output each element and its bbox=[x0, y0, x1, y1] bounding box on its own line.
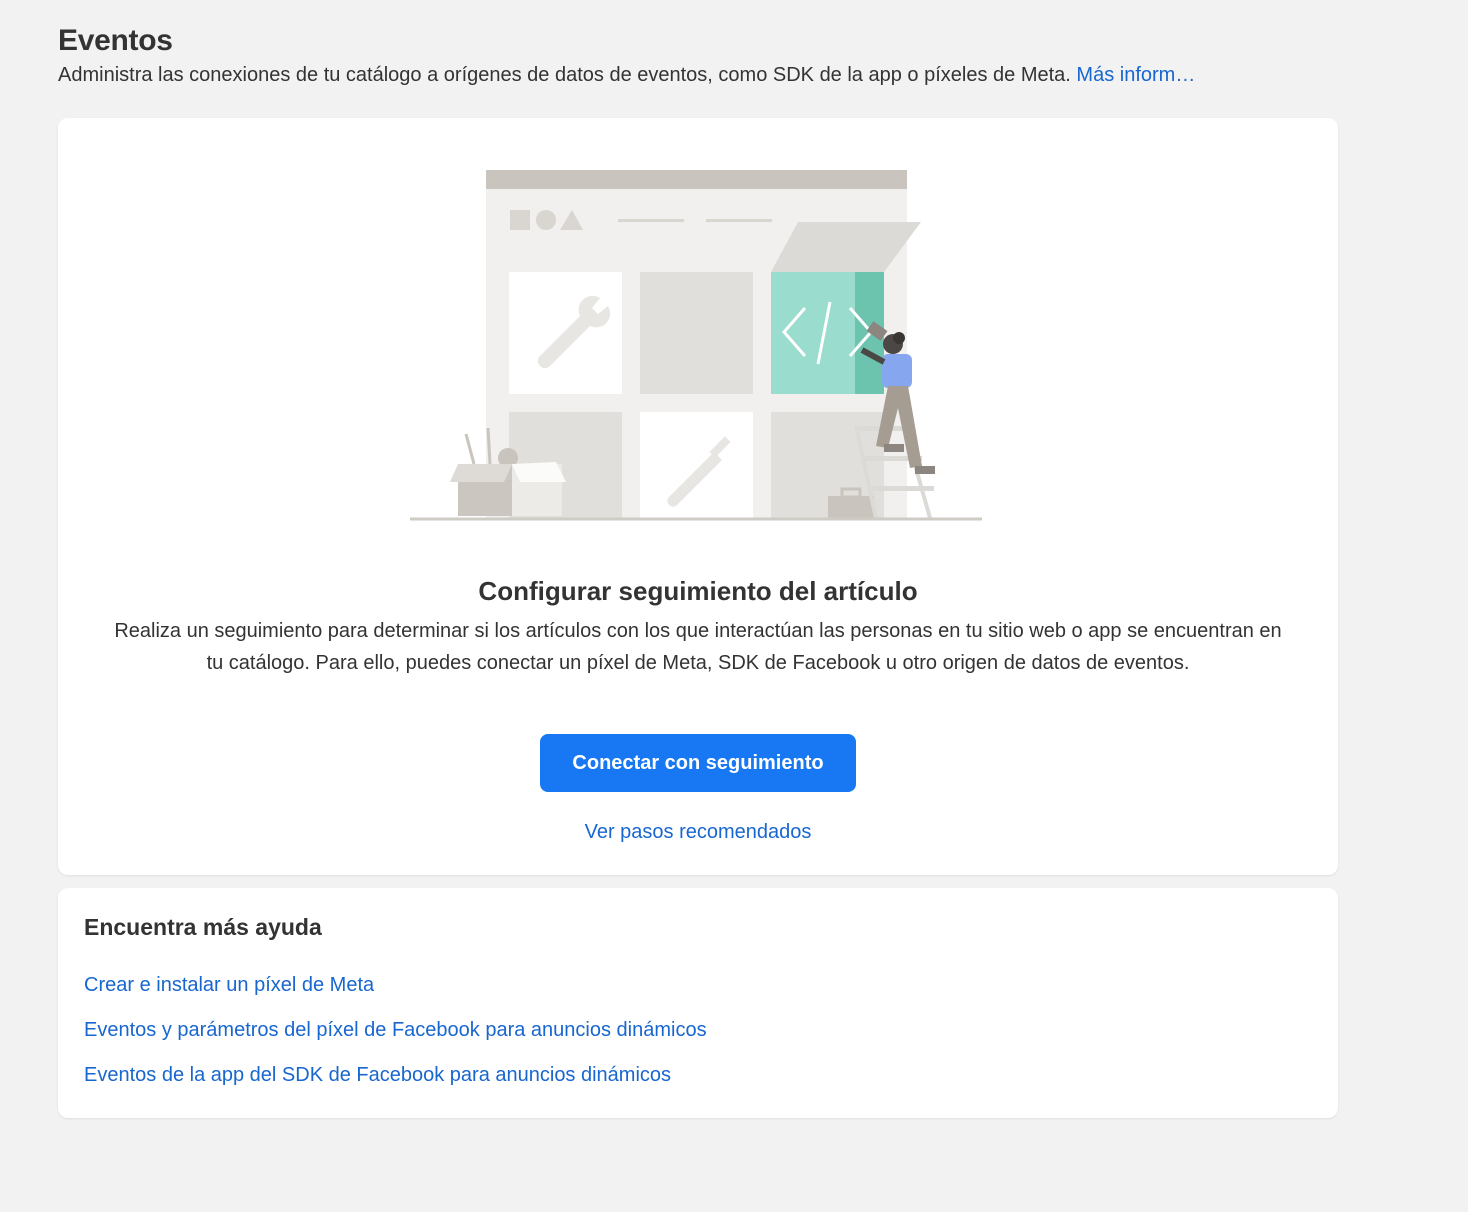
developer-illustration bbox=[410, 170, 982, 521]
page-title: Eventos bbox=[58, 24, 173, 57]
recommended-steps-link[interactable]: Ver pasos recomendados bbox=[58, 821, 1338, 844]
connect-tracking-button[interactable]: Conectar con seguimiento bbox=[540, 734, 856, 792]
help-link-pixel-events[interactable]: Eventos y parámetros del píxel de Facebo… bbox=[84, 1019, 707, 1042]
help-link-create-pixel[interactable]: Crear e instalar un píxel de Meta bbox=[84, 974, 374, 997]
more-info-link[interactable]: Más inform… bbox=[1076, 64, 1195, 86]
setup-title: Configurar seguimiento del artículo bbox=[478, 576, 918, 606]
help-link-sdk-events[interactable]: Eventos de la app del SDK de Facebook pa… bbox=[84, 1064, 671, 1087]
page-subtitle: Administra las conexiones de tu catálogo… bbox=[58, 64, 1358, 87]
subtitle-text: Administra las conexiones de tu catálogo… bbox=[58, 64, 1071, 86]
tracking-setup-card: Configurar seguimiento del artículo Real… bbox=[58, 118, 1338, 875]
setup-description: Realiza un seguimiento para determinar s… bbox=[114, 620, 1282, 674]
help-card: Encuentra más ayuda Crear e instalar un … bbox=[58, 888, 1338, 1118]
help-title: Encuentra más ayuda bbox=[84, 914, 322, 940]
